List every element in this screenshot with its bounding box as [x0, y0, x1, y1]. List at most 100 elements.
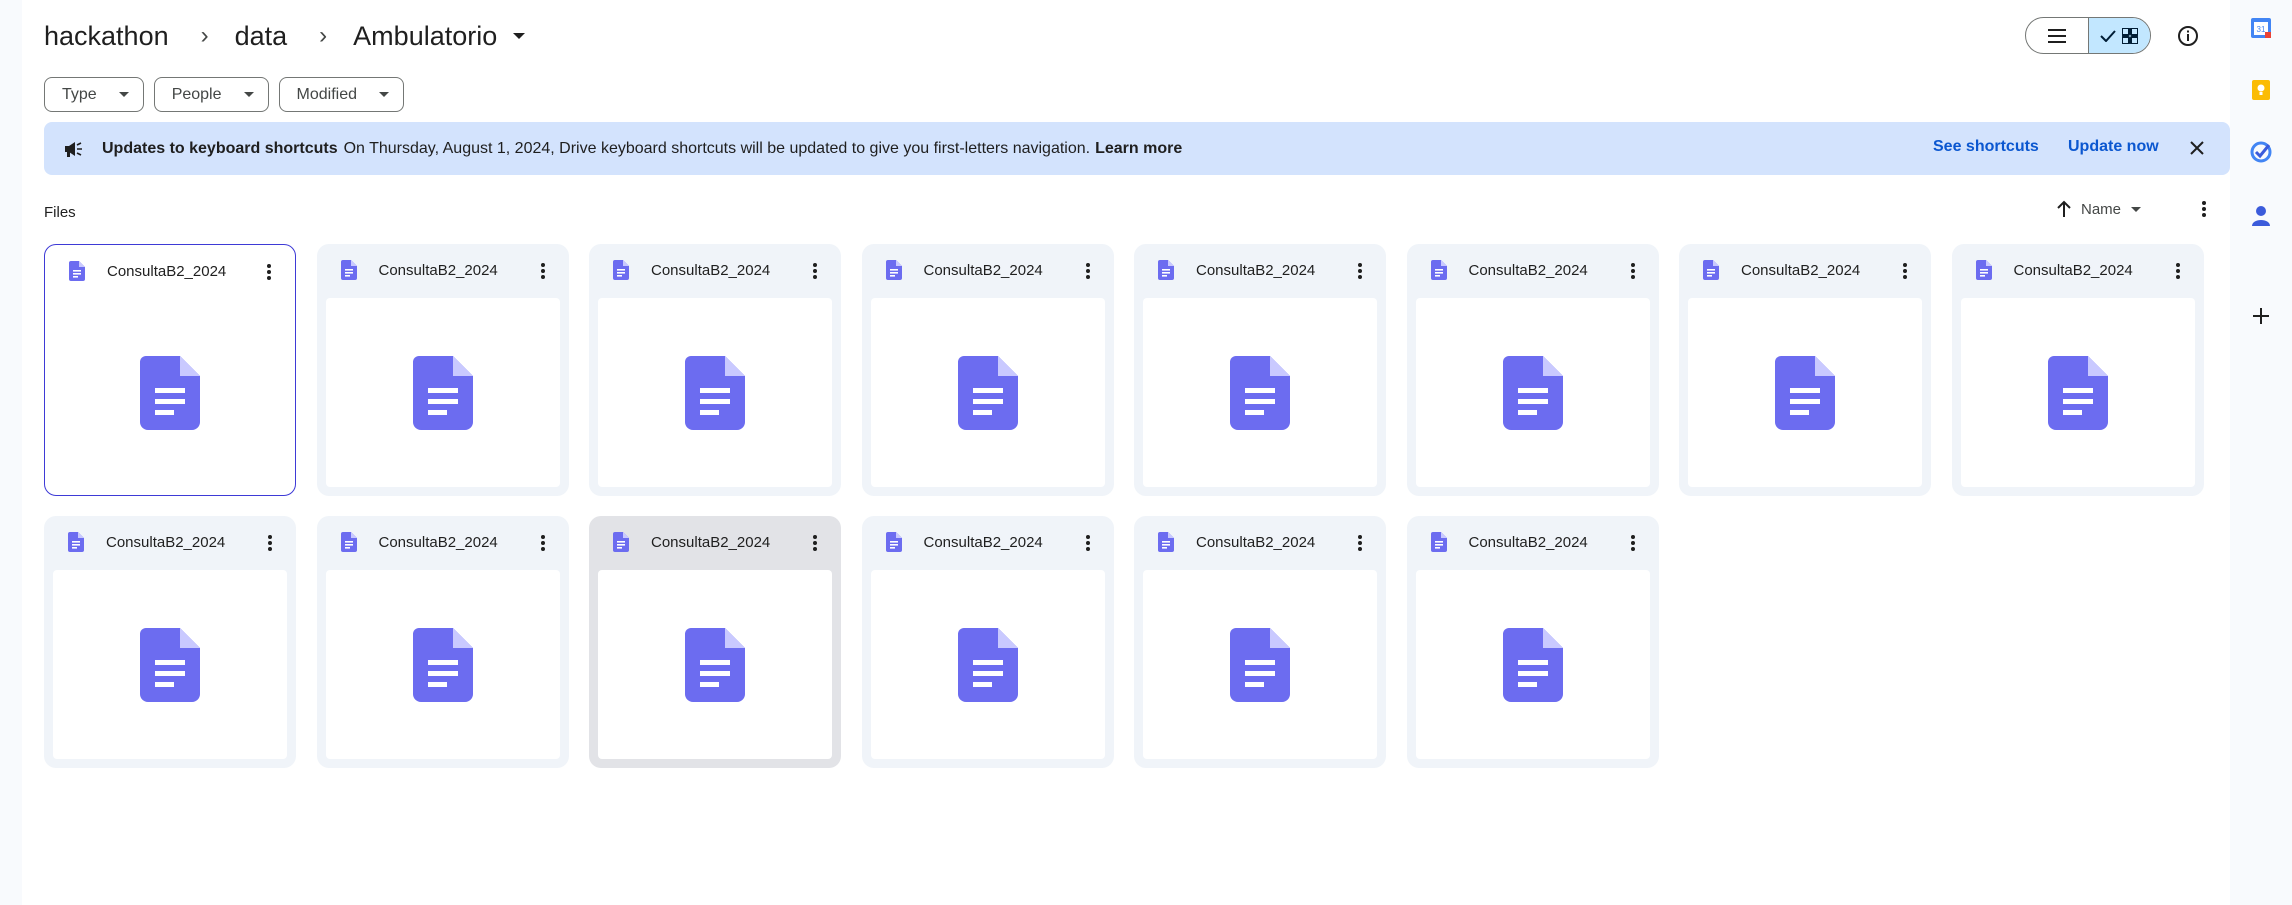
file-card-header: ConsultaB2_2024 — [1134, 516, 1386, 568]
more-vert-icon — [1358, 263, 1362, 279]
files-section-title: Files — [44, 204, 76, 221]
file-card-header: ConsultaB2_2024 — [317, 244, 569, 296]
file-name: ConsultaB2_2024 — [1196, 533, 1316, 551]
details-button[interactable] — [2174, 22, 2202, 50]
filter-type[interactable]: Type — [44, 77, 144, 112]
file-name: ConsultaB2_2024 — [107, 262, 227, 280]
file-card-header: ConsultaB2_2024 — [1952, 244, 2204, 296]
docs-icon — [412, 627, 473, 702]
file-card[interactable]: ConsultaB2_2024 — [1134, 516, 1386, 768]
file-more-button[interactable] — [533, 260, 553, 282]
list-view-button[interactable] — [2026, 18, 2088, 53]
file-more-button[interactable] — [533, 532, 553, 554]
file-more-button[interactable] — [805, 260, 825, 282]
docs-icon — [957, 355, 1018, 430]
file-card[interactable]: ConsultaB2_2024 — [44, 516, 296, 768]
file-thumbnail — [870, 298, 1105, 487]
more-vert-icon — [267, 264, 271, 280]
contacts-icon[interactable] — [2249, 204, 2273, 228]
file-card[interactable]: ConsultaB2_2024 — [1406, 516, 1659, 768]
update-now-button[interactable]: Update now — [2068, 138, 2159, 156]
filter-people-label: People — [171, 85, 222, 103]
file-card[interactable]: ConsultaB2_2024 — [589, 516, 841, 768]
file-name: ConsultaB2_2024 — [378, 533, 498, 551]
file-more-button[interactable] — [260, 532, 280, 554]
more-vert-icon — [1085, 535, 1090, 551]
file-name: ConsultaB2_2024 — [378, 261, 498, 279]
file-thumbnail — [1415, 298, 1650, 487]
keep-icon[interactable] — [2249, 78, 2273, 102]
filter-modified[interactable]: Modified — [278, 77, 404, 112]
file-thumbnail — [1143, 298, 1377, 487]
file-more-button[interactable] — [1350, 260, 1370, 282]
docs-icon — [957, 627, 1018, 702]
more-vert-icon — [1630, 535, 1635, 551]
filter-type-label: Type — [62, 85, 97, 103]
breadcrumb-item-hackathon[interactable]: hackathon — [44, 21, 175, 52]
file-card[interactable]: ConsultaB2_2024 — [44, 244, 296, 496]
file-more-button[interactable] — [1078, 260, 1098, 282]
caret-down-icon — [243, 92, 254, 97]
file-more-button[interactable] — [805, 532, 825, 554]
file-card[interactable]: ConsultaB2_2024 — [861, 516, 1114, 768]
sort-direction-button[interactable] — [2052, 197, 2076, 221]
more-vert-icon — [268, 535, 272, 551]
file-more-button[interactable] — [1895, 260, 1915, 282]
file-name: ConsultaB2_2024 — [1468, 261, 1588, 279]
calendar-icon[interactable]: 31 — [2249, 16, 2273, 40]
file-card-header: ConsultaB2_2024 — [1407, 244, 1659, 296]
breadcrumb-current-folder[interactable]: Ambulatorio — [353, 20, 526, 52]
file-card[interactable]: ConsultaB2_2024 — [1134, 244, 1386, 496]
sort-by-button[interactable]: Name — [2081, 198, 2142, 220]
file-more-button[interactable] — [2168, 260, 2188, 282]
docs-icon — [1230, 355, 1290, 430]
file-name: ConsultaB2_2024 — [106, 533, 226, 551]
file-more-button[interactable] — [259, 261, 279, 283]
docs-icon — [68, 532, 84, 552]
breadcrumb-item-data[interactable]: data — [235, 21, 294, 52]
file-more-button[interactable] — [1623, 260, 1643, 282]
docs-icon — [1158, 532, 1174, 552]
file-name: ConsultaB2_2024 — [651, 533, 771, 551]
grid-view-button[interactable] — [2087, 18, 2150, 53]
file-name: ConsultaB2_2024 — [651, 261, 771, 279]
file-card[interactable]: ConsultaB2_2024 — [316, 516, 569, 768]
file-card[interactable]: ConsultaB2_2024 — [1679, 244, 1931, 496]
tasks-icon[interactable] — [2249, 140, 2273, 164]
filter-modified-label: Modified — [296, 85, 357, 103]
file-card[interactable]: ConsultaB2_2024 — [1951, 244, 2204, 496]
docs-icon — [685, 355, 745, 430]
breadcrumb-separator: › — [200, 22, 209, 49]
learn-more-link[interactable]: Learn more — [1095, 140, 1182, 158]
file-more-button[interactable] — [1078, 532, 1098, 554]
file-card[interactable]: ConsultaB2_2024 — [589, 244, 841, 496]
file-thumbnail — [1960, 298, 2195, 487]
file-thumbnail — [54, 299, 286, 486]
add-icon[interactable] — [2249, 304, 2273, 328]
grid-icon — [2122, 27, 2139, 44]
file-card-header: ConsultaB2_2024 — [317, 516, 569, 568]
docs-icon — [885, 260, 902, 280]
docs-icon — [140, 355, 200, 430]
docs-icon — [2047, 355, 2108, 430]
close-icon[interactable] — [2187, 138, 2207, 158]
file-card-header: ConsultaB2_2024 — [589, 516, 841, 568]
side-panel-bar: 31 — [2230, 0, 2292, 905]
file-card[interactable]: ConsultaB2_2024 — [316, 244, 569, 496]
more-vert-icon — [1903, 263, 1907, 279]
view-toggle — [2025, 17, 2151, 54]
file-more-button[interactable] — [1623, 532, 1643, 554]
filter-people[interactable]: People — [153, 77, 269, 112]
breadcrumb-current-label: Ambulatorio — [353, 20, 498, 51]
file-card-header: ConsultaB2_2024 — [1679, 244, 1931, 296]
file-card[interactable]: ConsultaB2_2024 — [1406, 244, 1659, 496]
file-card[interactable]: ConsultaB2_2024 — [861, 244, 1114, 496]
file-name: ConsultaB2_2024 — [923, 533, 1043, 551]
file-thumbnail — [1415, 570, 1650, 759]
file-more-button[interactable] — [1350, 532, 1370, 554]
more-options-button[interactable] — [2194, 198, 2214, 220]
docs-icon — [140, 627, 200, 702]
megaphone-icon — [62, 138, 84, 160]
file-thumbnail — [325, 570, 560, 759]
see-shortcuts-button[interactable]: See shortcuts — [1933, 138, 2039, 156]
